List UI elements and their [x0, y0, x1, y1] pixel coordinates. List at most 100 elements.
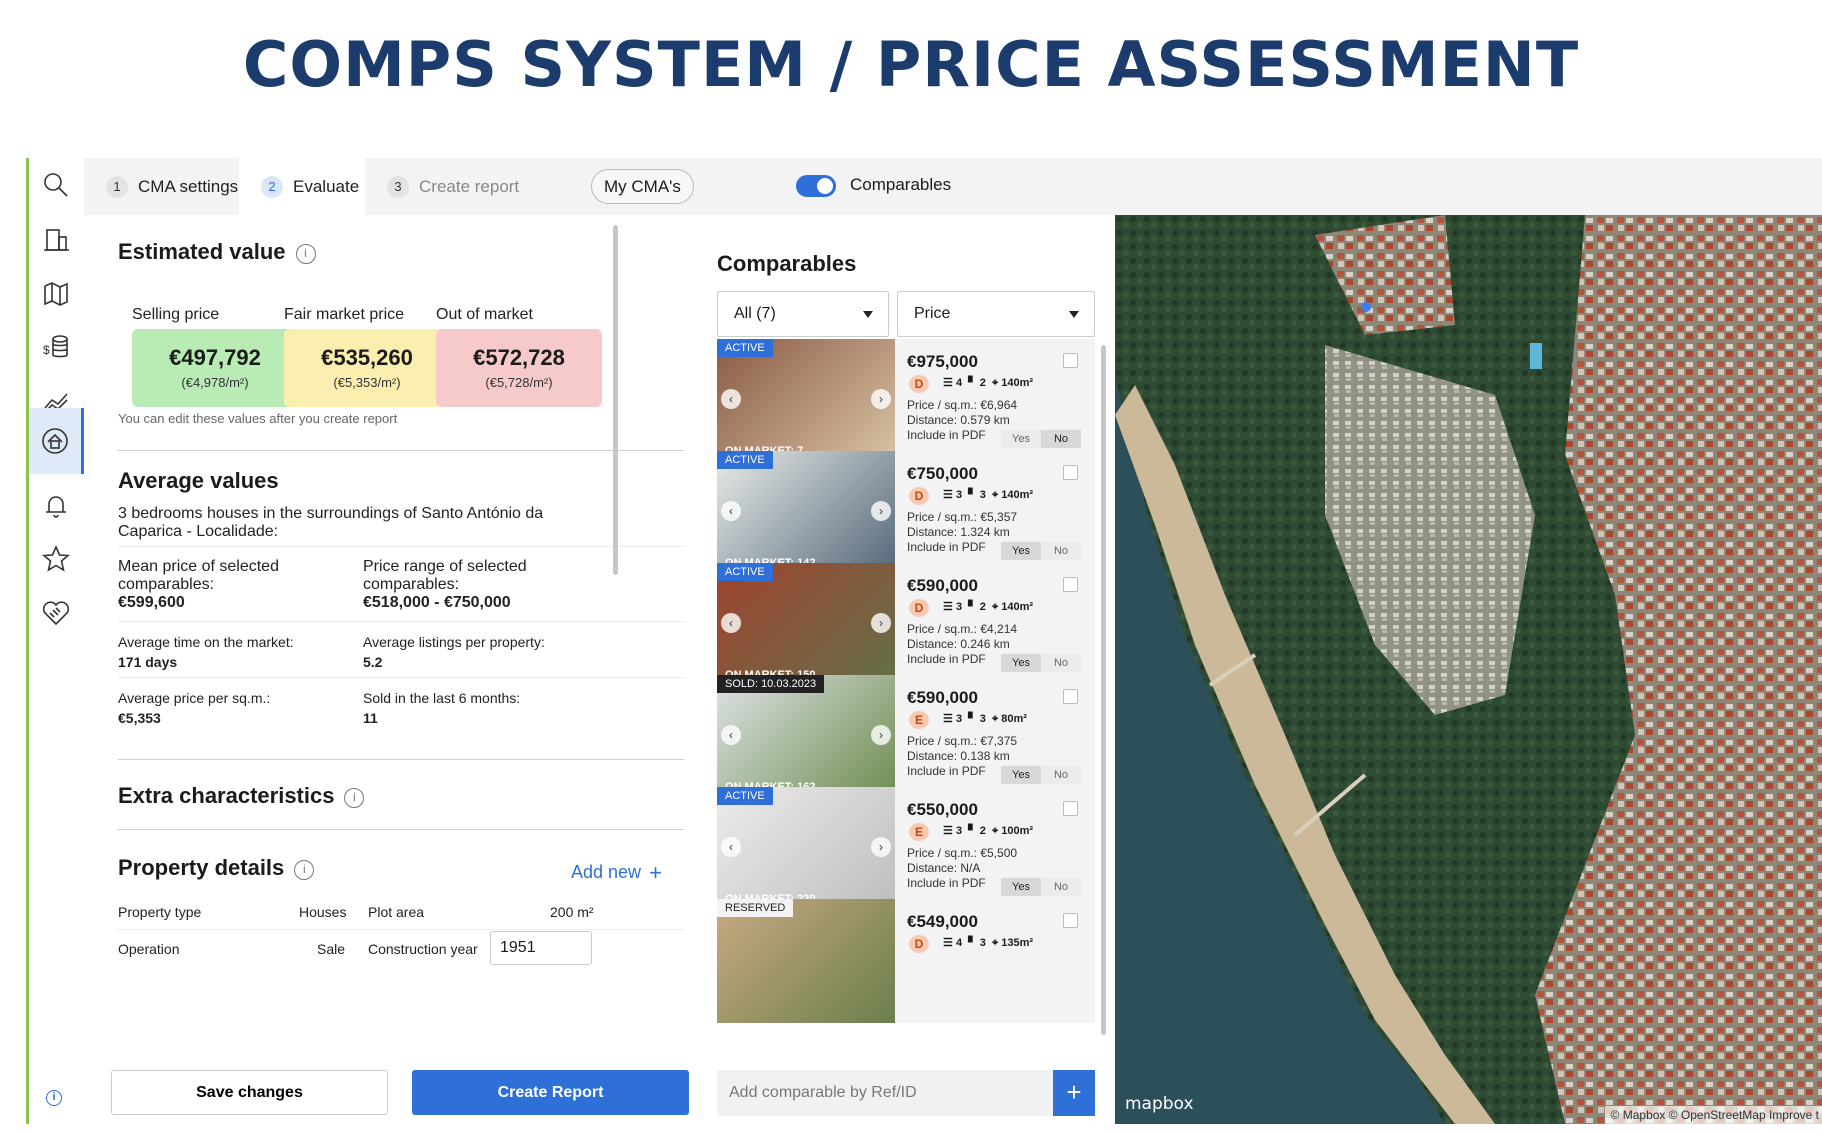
operation-label: Operation — [118, 941, 180, 957]
include-no-option[interactable]: No — [1041, 654, 1081, 672]
divider — [118, 759, 684, 760]
info-icon[interactable]: i — [294, 860, 315, 880]
evaluate-panel: Estimated value i Selling price Fair mark… — [84, 215, 690, 1124]
my-cmas-button[interactable]: My CMA's — [591, 169, 694, 204]
include-no-option[interactable]: No — [1041, 878, 1081, 896]
features-row: ☰ 4 ▘ 2 ⌖ 140m² — [943, 376, 1033, 390]
include-yes-option[interactable]: Yes — [1001, 766, 1041, 784]
comparable-card[interactable]: ACTIVE‹›ON MARKET: 220€550,000E☰ 3 ▘ 2 ⌖… — [717, 787, 1095, 911]
include-no-option[interactable]: No — [1041, 766, 1081, 784]
handshake-icon[interactable] — [39, 596, 73, 630]
property-photo[interactable]: ACTIVE‹›ON MARKET: 7 — [717, 339, 895, 463]
left-scrollbar[interactable] — [613, 225, 618, 575]
bell-icon[interactable] — [39, 488, 73, 522]
status-badge: ACTIVE — [717, 563, 773, 581]
property-details-title: Property details — [118, 855, 285, 880]
save-changes-button[interactable]: Save changes — [111, 1070, 388, 1115]
map-icon[interactable] — [39, 276, 73, 310]
tab-cma-settings[interactable]: 1 CMA settings — [84, 158, 239, 215]
fair-market-label: Fair market price — [284, 306, 405, 323]
bed-icon: ☰ — [943, 713, 953, 725]
home-valuation-icon[interactable] — [29, 408, 84, 474]
plot-area-label: Plot area — [368, 904, 425, 920]
include-no-option[interactable]: No — [1041, 430, 1081, 448]
property-photo[interactable]: RESERVED — [717, 899, 895, 1023]
map-attribution[interactable]: © Mapbox © OpenStreetMap Improve t — [1604, 1106, 1822, 1124]
comparable-card[interactable]: SOLD: 10.03.2023‹›ON MARKET: 162€590,000… — [717, 675, 1095, 799]
tab-create-report[interactable]: 3 Create report — [365, 158, 525, 215]
star-icon[interactable] — [39, 542, 73, 576]
chevron-right-icon[interactable]: › — [871, 837, 891, 857]
select-checkbox[interactable] — [1063, 577, 1078, 592]
tab-evaluate[interactable]: 2 Evaluate — [239, 158, 365, 215]
status-badge: ACTIVE — [717, 787, 773, 805]
select-checkbox[interactable] — [1063, 801, 1078, 816]
distance-label: Distance: — [907, 413, 958, 427]
comparables-toggle[interactable] — [796, 175, 836, 197]
include-pdf-label: Include in PDF — [907, 652, 986, 666]
chevron-left-icon[interactable]: ‹ — [721, 613, 741, 633]
property-photo[interactable]: ACTIVE‹›ON MARKET: 142 — [717, 451, 895, 575]
search-icon[interactable] — [39, 168, 73, 202]
baths-count: 3 — [979, 937, 986, 949]
comparable-card[interactable]: RESERVED €549,000 D ☰ 4 ▘ 3 ⌖ 135m² — [717, 899, 1095, 1023]
comparable-card[interactable]: ACTIVE‹›ON MARKET: 150€590,000D☰ 3 ▘ 2 ⌖… — [717, 563, 1095, 687]
create-report-button[interactable]: Create Report — [412, 1070, 689, 1115]
include-yes-option[interactable]: Yes — [1001, 542, 1041, 560]
price-per-sqm-value: €5,357 — [980, 510, 1018, 524]
filter-dropdown[interactable]: All (7) — [717, 291, 889, 337]
add-comparable-button[interactable]: + — [1053, 1070, 1095, 1116]
chevron-left-icon[interactable]: ‹ — [721, 501, 741, 521]
select-checkbox[interactable] — [1063, 689, 1078, 704]
info-icon[interactable]: i — [295, 244, 316, 264]
selling-price-sqm: (€4,978/m²) — [181, 375, 249, 390]
include-yes-option[interactable]: Yes — [1001, 654, 1041, 672]
construction-year-input[interactable]: 1951 — [490, 931, 592, 965]
average-values-title: Average values — [118, 468, 279, 493]
satellite-map[interactable]: mapbox © Mapbox © OpenStreetMap Improve … — [1115, 215, 1822, 1124]
select-checkbox[interactable] — [1063, 353, 1078, 368]
chevron-right-icon[interactable]: › — [871, 389, 891, 409]
baths-count: 3 — [979, 489, 986, 501]
chevron-right-icon[interactable]: › — [871, 613, 891, 633]
sort-dropdown[interactable]: Price — [897, 291, 1095, 337]
property-photo[interactable]: ACTIVE‹›ON MARKET: 220 — [717, 787, 895, 911]
property-photo[interactable]: SOLD: 10.03.2023‹›ON MARKET: 162 — [717, 675, 895, 799]
fair-market-box: €535,260 (€5,353/m²) — [284, 329, 450, 407]
info-icon[interactable]: i — [46, 1090, 62, 1106]
add-comparable-field[interactable]: Add comparable by Ref/ID + — [717, 1070, 1095, 1116]
include-yes-option[interactable]: Yes — [1001, 430, 1041, 448]
property-photo[interactable]: ACTIVE‹›ON MARKET: 150 — [717, 563, 895, 687]
add-new-button[interactable]: Add new + — [571, 860, 662, 886]
comparables-title: Comparables — [717, 251, 857, 276]
comparables-scrollbar[interactable] — [1101, 345, 1106, 1035]
include-pdf-toggle[interactable]: Yes No — [1001, 766, 1081, 784]
include-pdf-toggle[interactable]: Yes No — [1001, 878, 1081, 896]
price-per-sqm: Price / sq.m.: €4,214 — [907, 622, 1017, 636]
info-icon[interactable]: i — [344, 788, 365, 808]
add-new-label: Add new — [571, 862, 642, 882]
building-icon[interactable] — [39, 222, 73, 256]
comparable-card[interactable]: ACTIVE‹›ON MARKET: 7€975,000D☰ 4 ▘ 2 ⌖ 1… — [717, 339, 1095, 463]
chevron-right-icon[interactable]: › — [871, 501, 891, 521]
select-checkbox[interactable] — [1063, 465, 1078, 480]
area-icon: ⌖ — [991, 825, 999, 837]
map-imagery — [1115, 215, 1822, 1124]
area-value: 140m² — [1001, 377, 1034, 389]
chevron-left-icon[interactable]: ‹ — [721, 389, 741, 409]
include-no-option[interactable]: No — [1041, 542, 1081, 560]
chevron-left-icon[interactable]: ‹ — [721, 837, 741, 857]
include-pdf-toggle[interactable]: Yes No — [1001, 542, 1081, 560]
comparable-info: €590,000 D ☰ 3 ▘ 2 ⌖ 140m² Price / sq.m.: €… — [907, 563, 1095, 687]
avg-time-value: 171 days — [118, 654, 178, 670]
selling-price-label: Selling price — [132, 306, 220, 323]
include-yes-option[interactable]: Yes — [1001, 878, 1041, 896]
bed-icon: ☰ — [943, 937, 953, 949]
include-pdf-toggle[interactable]: Yes No — [1001, 654, 1081, 672]
select-checkbox[interactable] — [1063, 913, 1078, 928]
coins-icon[interactable]: $ — [39, 330, 73, 364]
include-pdf-toggle[interactable]: Yes No — [1001, 430, 1081, 448]
comparable-card[interactable]: ACTIVE‹›ON MARKET: 142€750,000D☰ 3 ▘ 3 ⌖… — [717, 451, 1095, 575]
chevron-right-icon[interactable]: › — [871, 725, 891, 745]
chevron-left-icon[interactable]: ‹ — [721, 725, 741, 745]
